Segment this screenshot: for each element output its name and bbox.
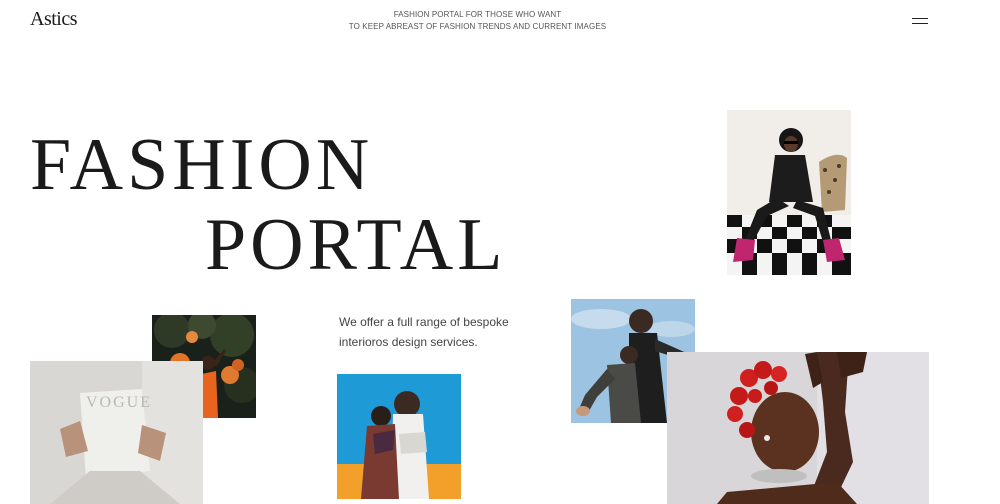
- menu-line: [912, 23, 928, 24]
- hero-title-line-2: PORTAL: [205, 204, 507, 286]
- photo-person-holding-vogue[interactable]: VOGUE: [30, 361, 203, 504]
- site-tagline: FASHION PORTAL FOR THOSE WHO WANT TO KEE…: [300, 9, 655, 33]
- intro-text: We offer a full range of bespoke interio…: [339, 315, 509, 349]
- site-logo[interactable]: Astics: [30, 8, 78, 31]
- hero-title-line-1: FASHION: [30, 124, 374, 206]
- photo-woman-red-hair-knots[interactable]: [667, 352, 929, 504]
- svg-text:VOGUE: VOGUE: [86, 394, 152, 411]
- menu-line: [912, 18, 928, 19]
- tagline-line-2: TO KEEP ABREAST OF FASHION TRENDS AND CU…: [348, 22, 607, 31]
- photo-woman-sunglasses-checkered-floor[interactable]: [727, 110, 851, 275]
- tagline-line-1: FASHION PORTAL FOR THOSE WHO WANT: [393, 10, 562, 19]
- hamburger-menu-icon[interactable]: [912, 16, 930, 26]
- photo-two-women-blue-sky[interactable]: [337, 374, 461, 499]
